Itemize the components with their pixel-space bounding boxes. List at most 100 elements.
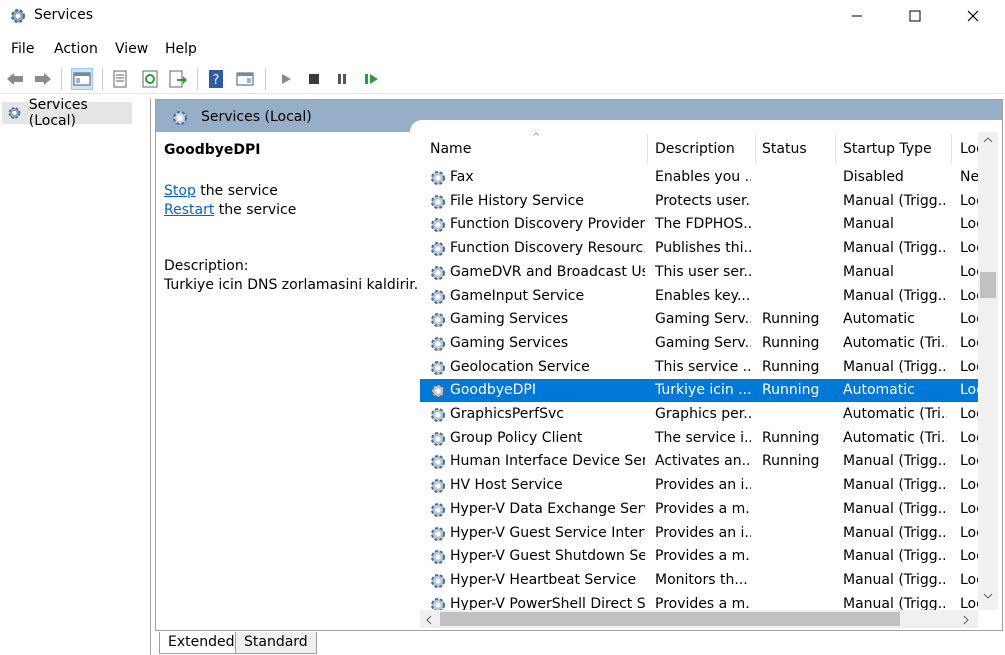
service-description-cell: Graphics per... <box>655 406 751 422</box>
service-name-cell: Gaming Services <box>450 311 569 328</box>
service-description-cell: The FDPHOS... <box>655 216 751 233</box>
stop-link[interactable]: Stop <box>164 183 196 199</box>
service-name-cell: Human Interface Device Serv... <box>450 453 645 470</box>
table-row[interactable]: Geolocation Service This service ... Runni… <box>420 356 984 379</box>
menu-help[interactable]: Help <box>165 41 197 57</box>
toolbar: ? <box>0 64 1005 94</box>
service-description-cell: The service i... <box>655 429 751 446</box>
service-description-cell: Provides an i... <box>655 477 751 494</box>
service-startup-type-cell: Manual (Trigg... <box>843 192 947 209</box>
help-button[interactable]: ? <box>205 68 227 90</box>
minimize-icon <box>852 15 862 17</box>
service-description-cell: Turkiye icin ... <box>655 382 751 399</box>
pane-title: Services (Local) <box>201 109 312 125</box>
service-status-cell: Running <box>762 382 820 399</box>
horizontal-scroll-thumb[interactable] <box>440 612 900 626</box>
table-row[interactable]: Hyper-V Guest Service Interf... Provides … <box>420 522 984 545</box>
menu-action[interactable]: Action <box>54 41 98 57</box>
stop-service-button[interactable] <box>303 68 325 90</box>
back-arrow-icon <box>7 73 23 85</box>
help-icon: ? <box>209 70 223 88</box>
services-list: ^ Name Description Status Startup Type L… <box>420 132 1002 630</box>
menu-file[interactable]: File <box>11 41 34 57</box>
scroll-left-icon <box>426 615 432 625</box>
service-description-cell: Provides a m... <box>655 548 751 565</box>
table-row[interactable]: Hyper-V Guest Shutdown Se... Provides a m… <box>420 545 984 568</box>
table-row[interactable]: Gaming Services Gaming Serv... Running Auto… <box>420 308 984 331</box>
service-description-cell: Protects user... <box>655 192 751 209</box>
start-service-button[interactable] <box>275 68 297 90</box>
forward-button[interactable] <box>32 68 54 90</box>
title-bar: Services <box>0 0 1005 34</box>
service-name-cell: GameInput Service <box>450 287 585 304</box>
service-description-cell: Enables you ... <box>655 169 751 185</box>
service-name-cell: Gaming Services <box>450 334 569 351</box>
table-row[interactable]: Human Interface Device Serv... Activates … <box>420 450 984 473</box>
properties-icon <box>113 70 127 88</box>
column-status[interactable]: Status <box>762 141 807 157</box>
tab-standard[interactable]: Standard <box>235 632 317 654</box>
table-row[interactable]: GraphicsPerfSvc Graphics per... Automatic … <box>420 403 984 426</box>
table-row[interactable]: Group Policy Client The service i... Runni… <box>420 427 984 450</box>
service-startup-type-cell: Manual (Trigg... <box>843 477 947 494</box>
service-description-cell: Provides a m... <box>655 500 751 517</box>
service-gear-icon <box>431 526 445 541</box>
back-button[interactable] <box>4 68 26 90</box>
show-action-pane-button[interactable] <box>234 68 256 90</box>
show-hide-console-tree-button[interactable] <box>71 68 93 90</box>
vertical-scroll-thumb[interactable] <box>980 272 996 298</box>
table-row[interactable]: Gaming Services Gaming Serv... Running Auto… <box>420 332 984 355</box>
window-title: Services <box>34 7 94 23</box>
service-status-cell: Running <box>762 453 820 470</box>
service-startup-type-cell: Automatic (Tri... <box>843 406 947 422</box>
tree-item-services-local[interactable]: Services (Local) <box>2 97 132 129</box>
close-button[interactable] <box>944 0 1002 32</box>
table-row[interactable]: Hyper-V Heartbeat Service Monitors th... M… <box>420 569 984 592</box>
column-startup-type[interactable]: Startup Type <box>843 141 932 157</box>
table-row[interactable]: Hyper-V Data Exchange Serv... Provides a … <box>420 498 984 521</box>
service-gear-icon <box>431 360 445 375</box>
menu-view[interactable]: View <box>115 41 148 57</box>
services-gear-icon <box>173 111 187 125</box>
maximize-button[interactable] <box>886 0 944 32</box>
table-row[interactable]: GameDVR and Broadcast Us... This user ser… <box>420 261 984 284</box>
properties-button[interactable] <box>109 68 131 90</box>
service-name-cell: Hyper-V Data Exchange Serv... <box>450 500 645 517</box>
tab-extended[interactable]: Extended <box>159 632 244 654</box>
close-icon <box>967 10 979 22</box>
table-row[interactable]: GoodbyeDPI Turkiye icin ... Running Automat… <box>420 379 984 403</box>
view-tabs: Extended Standard <box>155 632 555 655</box>
selected-service-name: GoodbyeDPI <box>164 142 261 158</box>
column-description[interactable]: Description <box>655 141 735 157</box>
table-row[interactable]: Function Discovery Resourc... Publishes t… <box>420 237 984 260</box>
scroll-right-icon <box>963 615 969 625</box>
vertical-scrollbar[interactable] <box>978 132 998 610</box>
horizontal-scrollbar[interactable] <box>420 610 978 628</box>
service-description-cell: Activates an... <box>655 453 751 470</box>
service-description-cell: Gaming Serv... <box>655 334 751 351</box>
pause-service-button[interactable] <box>331 68 353 90</box>
restart-service-button[interactable] <box>360 68 382 90</box>
export-list-button[interactable] <box>167 68 189 90</box>
service-gear-icon <box>431 313 445 328</box>
console-tree-icon <box>73 72 91 86</box>
table-row[interactable]: Fax Enables you ... Disabled Ne <box>420 166 980 189</box>
service-gear-icon <box>431 550 445 565</box>
service-startup-type-cell: Manual (Trigg... <box>843 548 947 565</box>
table-row[interactable]: File History Service Protects user... Manu… <box>420 190 984 213</box>
refresh-icon <box>142 70 158 88</box>
service-name-cell: GraphicsPerfSvc <box>450 406 564 422</box>
service-startup-type-cell: Manual (Trigg... <box>843 453 947 470</box>
table-row[interactable]: GameInput Service Enables key... Manual (T… <box>420 285 984 308</box>
service-gear-icon <box>431 265 445 280</box>
table-row[interactable]: Function Discovery Provider ... The FDPHO… <box>420 213 984 236</box>
service-name-cell: Hyper-V Guest Shutdown Se... <box>450 548 645 565</box>
service-name-cell: Hyper-V Heartbeat Service <box>450 571 637 588</box>
restart-link[interactable]: Restart <box>164 202 214 218</box>
service-startup-type-cell: Automatic (Tri... <box>843 334 947 351</box>
column-name[interactable]: Name <box>430 141 471 157</box>
minimize-button[interactable] <box>828 0 886 32</box>
table-row[interactable]: HV Host Service Provides an i... Manual (T… <box>420 474 984 497</box>
service-gear-icon <box>431 431 445 446</box>
refresh-button[interactable] <box>139 68 161 90</box>
